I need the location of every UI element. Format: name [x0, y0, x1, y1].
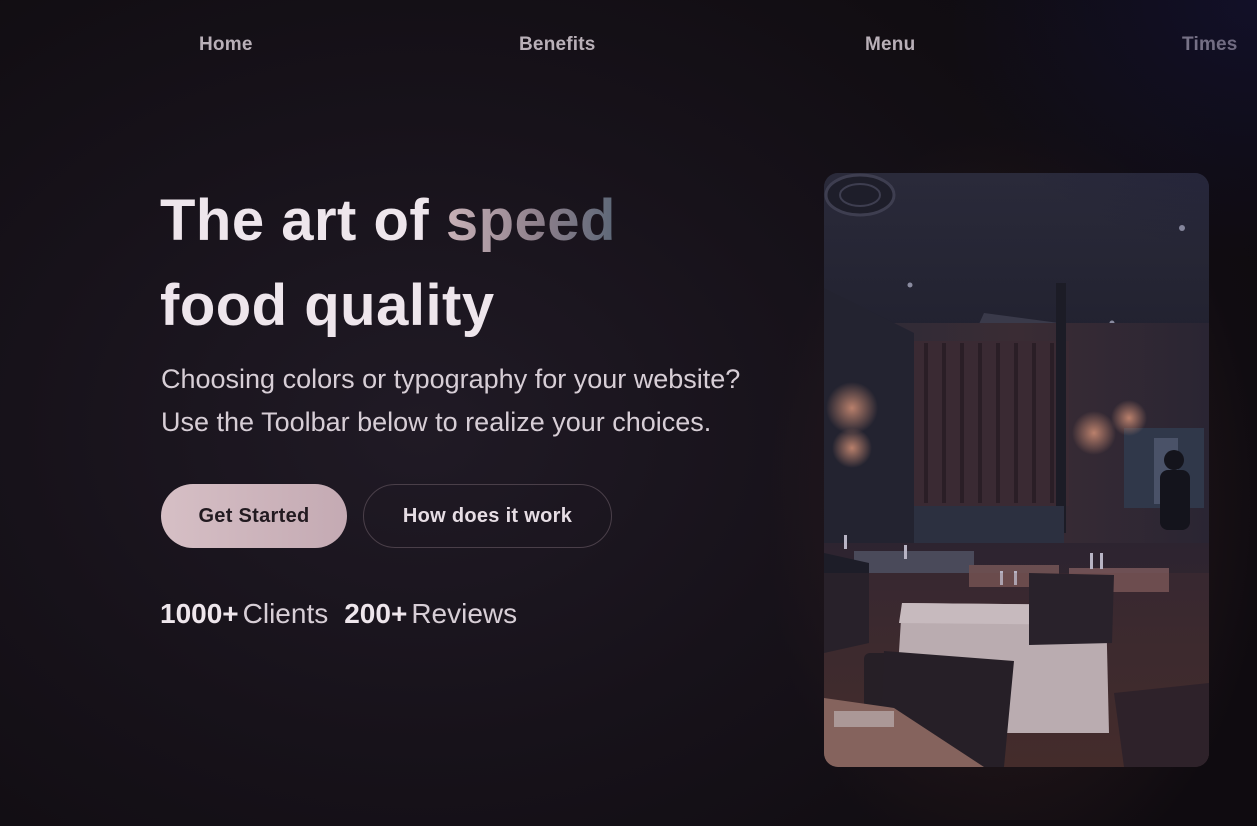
nav-link-benefits[interactable]: Benefits [519, 34, 596, 56]
get-started-button[interactable]: Get Started [161, 484, 347, 548]
reviews-count: 200+ [344, 598, 408, 629]
top-navigation: Home Benefits Menu Times [0, 0, 1257, 94]
reviews-label: Reviews [411, 598, 518, 629]
hero-subtitle: Choosing colors or typography for your w… [161, 358, 740, 444]
how-it-works-button[interactable]: How does it work [363, 484, 612, 548]
clients-label: Clients [242, 598, 329, 629]
headline-line-2: food quality [160, 273, 495, 338]
stats-row: 1000+ Clients 200+ Reviews [160, 598, 517, 630]
restaurant-photo [824, 173, 1209, 767]
headline-part-1: The art of [160, 188, 446, 253]
headline-accent: speed [445, 188, 616, 253]
subtitle-line-2: Use the Toolbar below to realize your ch… [161, 407, 712, 437]
clients-count: 1000+ [160, 598, 239, 629]
nav-link-home[interactable]: Home [199, 34, 253, 56]
subtitle-line-1: Choosing colors or typography for your w… [161, 364, 741, 394]
hero-headline: The art of speed food quality [160, 178, 616, 348]
nav-link-menu[interactable]: Menu [865, 34, 915, 56]
nav-link-times[interactable]: Times [1182, 34, 1238, 56]
